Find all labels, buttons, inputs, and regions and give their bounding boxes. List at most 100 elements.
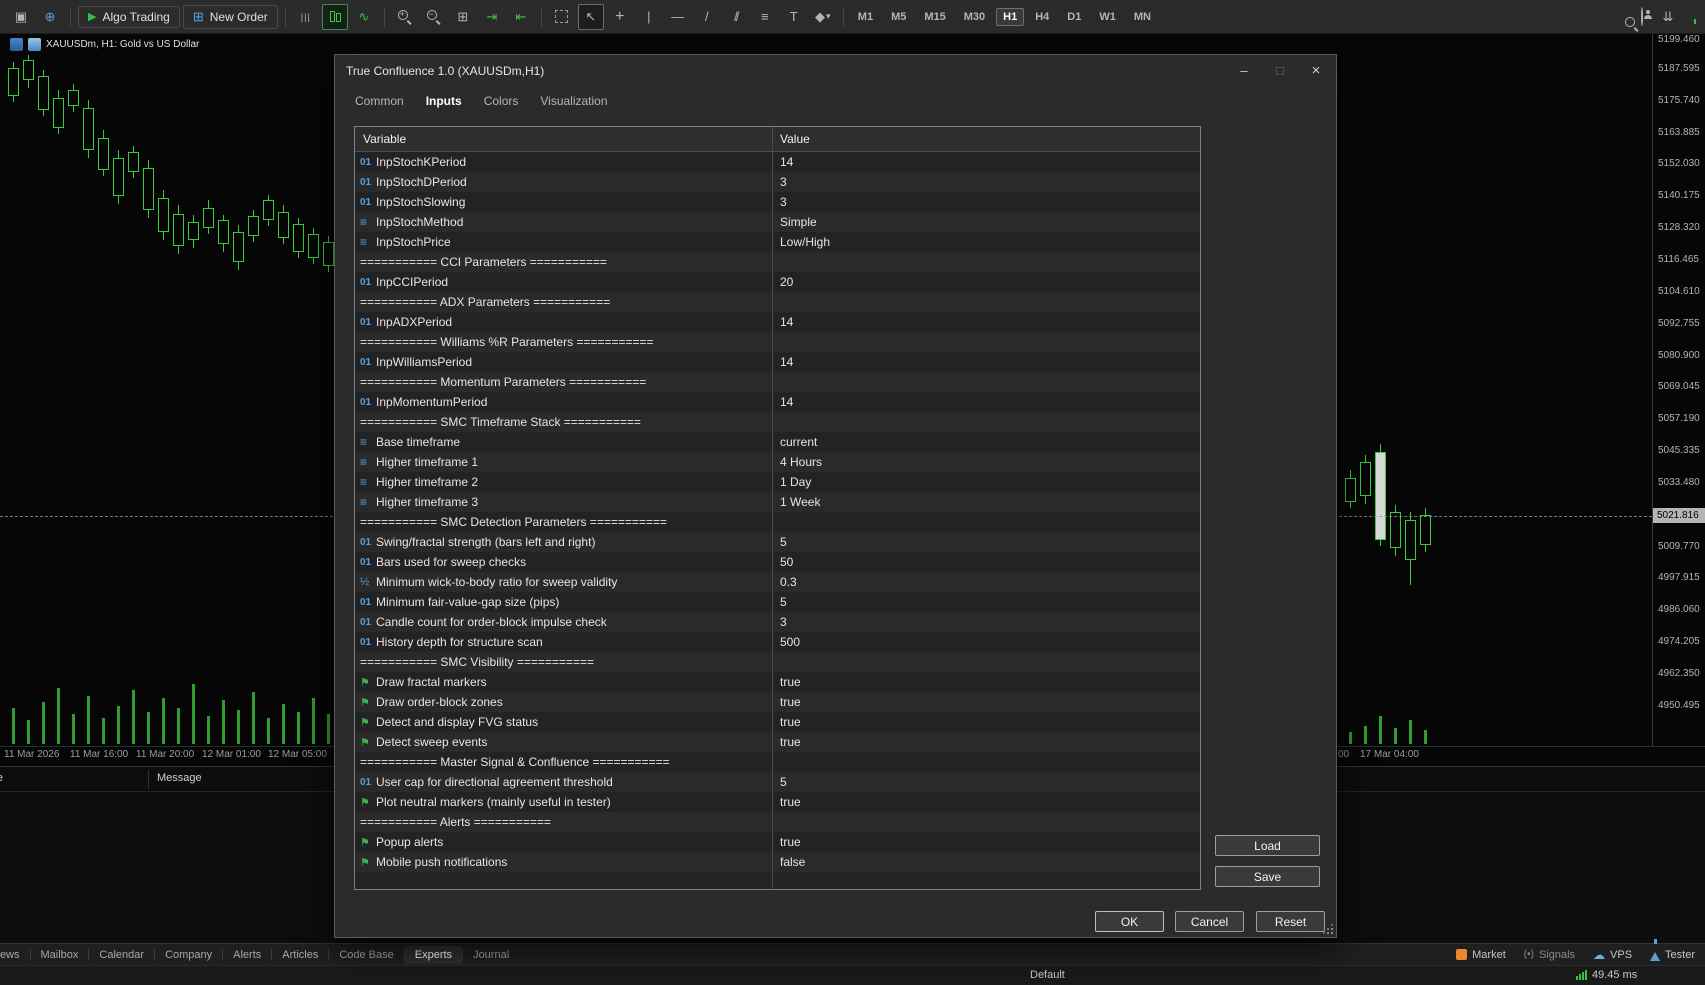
- grid-icon[interactable]: ⊞: [450, 4, 476, 30]
- horizontal-line-tool-icon[interactable]: —: [665, 4, 691, 30]
- param-row[interactable]: ⚑ Detect and display FVG status true: [355, 712, 1200, 732]
- param-row[interactable]: 01 InpStochSlowing 3: [355, 192, 1200, 212]
- param-row[interactable]: ⚑ Popup alerts true: [355, 832, 1200, 852]
- select-rectangle-icon[interactable]: [549, 4, 575, 30]
- param-row[interactable]: ≡ InpStochPrice Low/High: [355, 232, 1200, 252]
- text-tool-icon[interactable]: T: [781, 4, 807, 30]
- param-row[interactable]: ≡ Higher timeframe 3 1 Week: [355, 492, 1200, 512]
- param-row[interactable]: 01 InpCCIPeriod 20: [355, 272, 1200, 292]
- param-row[interactable]: 01 Minimum fair-value-gap size (pips) 5: [355, 592, 1200, 612]
- param-value[interactable]: true: [772, 835, 1200, 849]
- param-separator-row[interactable]: =========== Momentum Parameters ========…: [355, 372, 1200, 392]
- tester-button[interactable]: Tester: [1650, 938, 1695, 961]
- bottom-tab-journal[interactable]: Journal: [463, 946, 519, 964]
- param-value[interactable]: 0.3: [772, 575, 1200, 589]
- timeframe-d1[interactable]: D1: [1060, 8, 1088, 26]
- param-row[interactable]: 01 InpMomentumPeriod 14: [355, 392, 1200, 412]
- param-row[interactable]: ⚑ Draw order-block zones true: [355, 692, 1200, 712]
- parameters-table[interactable]: Variable Value 01 InpStochKPeriod 14 01 InpS…: [354, 126, 1201, 890]
- param-row[interactable]: 01 History depth for structure scan 500: [355, 632, 1200, 652]
- timeframe-mn[interactable]: MN: [1127, 8, 1158, 26]
- param-value[interactable]: 3: [772, 615, 1200, 629]
- timeframe-h4[interactable]: H4: [1028, 8, 1056, 26]
- param-value[interactable]: 50: [772, 555, 1200, 569]
- param-value[interactable]: 5: [772, 595, 1200, 609]
- timeframe-w1[interactable]: W1: [1092, 8, 1123, 26]
- param-value[interactable]: true: [772, 715, 1200, 729]
- param-row[interactable]: 01 Swing/fractal strength (bars left and …: [355, 532, 1200, 552]
- chart-shift-icon[interactable]: ⇤: [508, 4, 534, 30]
- price-scale[interactable]: 5199.460 5187.595 5175.740 5163.885 5152.030…: [1656, 34, 1705, 746]
- param-row[interactable]: ≡ InpStochMethod Simple: [355, 212, 1200, 232]
- param-separator-row[interactable]: =========== SMC Detection Parameters ===…: [355, 512, 1200, 532]
- timeframe-h1[interactable]: H1: [996, 7, 1025, 26]
- save-button[interactable]: Save: [1215, 866, 1320, 887]
- vps-button[interactable]: ☁ VPS: [1593, 948, 1632, 962]
- param-separator-row[interactable]: =========== CCI Parameters ===========: [355, 252, 1200, 272]
- param-separator-row[interactable]: =========== Williams %R Parameters =====…: [355, 332, 1200, 352]
- param-row[interactable]: 01 Bars used for sweep checks 50: [355, 552, 1200, 572]
- profile-selector[interactable]: Default: [1030, 969, 1065, 981]
- param-value[interactable]: 5: [772, 535, 1200, 549]
- load-button[interactable]: Load: [1215, 835, 1320, 856]
- param-value[interactable]: 500: [772, 635, 1200, 649]
- timeframe-m15[interactable]: M15: [917, 8, 952, 26]
- new-chart-icon[interactable]: ▣: [8, 4, 34, 30]
- param-row[interactable]: 01 InpADXPeriod 14: [355, 312, 1200, 332]
- param-separator-row[interactable]: =========== SMC Visibility ===========: [355, 652, 1200, 672]
- timeframe-m1[interactable]: M1: [851, 8, 880, 26]
- resize-grip[interactable]: [1323, 924, 1334, 935]
- connection-latency[interactable]: 49.45 ms: [1576, 969, 1637, 981]
- user-profile-icon[interactable]: [1641, 6, 1643, 26]
- param-row[interactable]: ≡ Higher timeframe 1 4 Hours: [355, 452, 1200, 472]
- zoom-out-icon[interactable]: −: [421, 4, 447, 30]
- toolbox-column-message[interactable]: Message: [157, 772, 202, 784]
- ok-button[interactable]: OK: [1095, 911, 1164, 932]
- param-row[interactable]: 01 InpStochDPeriod 3: [355, 172, 1200, 192]
- close-icon[interactable]: ×: [1302, 60, 1330, 80]
- cancel-button[interactable]: Cancel: [1175, 911, 1244, 932]
- channel-tool-icon[interactable]: //: [723, 4, 749, 30]
- dialog-title-bar[interactable]: True Confluence 1.0 (XAUUSDm,H1): [335, 55, 1336, 87]
- column-header-value[interactable]: Value: [772, 132, 810, 146]
- param-row[interactable]: ⚑ Plot neutral markers (mainly useful in …: [355, 792, 1200, 812]
- param-row[interactable]: ⚑ Mobile push notifications false: [355, 852, 1200, 872]
- param-value[interactable]: true: [772, 795, 1200, 809]
- param-value[interactable]: 5: [772, 775, 1200, 789]
- expert-properties-dialog[interactable]: True Confluence 1.0 (XAUUSDm,H1) – □ × C…: [334, 54, 1337, 938]
- param-row[interactable]: ≡ Higher timeframe 2 1 Day: [355, 472, 1200, 492]
- param-row[interactable]: ½ Minimum wick-to-body ratio for sweep va…: [355, 572, 1200, 592]
- param-value[interactable]: true: [772, 675, 1200, 689]
- param-value[interactable]: 14: [772, 355, 1200, 369]
- param-separator-row[interactable]: =========== ADX Parameters ===========: [355, 292, 1200, 312]
- param-value[interactable]: Low/High: [772, 235, 1200, 249]
- crosshair-tool-icon[interactable]: +: [607, 4, 633, 30]
- line-chart-icon[interactable]: ∿: [351, 4, 377, 30]
- fibonacci-tool-icon[interactable]: ≡: [752, 4, 778, 30]
- maximize-icon[interactable]: □: [1266, 60, 1294, 80]
- column-divider[interactable]: [772, 127, 773, 889]
- reset-button[interactable]: Reset: [1256, 911, 1325, 932]
- param-separator-row[interactable]: =========== Alerts ===========: [355, 812, 1200, 832]
- param-value[interactable]: 20: [772, 275, 1200, 289]
- timeframe-m5[interactable]: M5: [884, 8, 913, 26]
- profiles-icon[interactable]: ⊕: [37, 4, 63, 30]
- param-value[interactable]: true: [772, 735, 1200, 749]
- bottom-tab-alerts[interactable]: Alerts: [223, 946, 271, 964]
- toolbox-column-time[interactable]: Time: [0, 772, 3, 784]
- param-value[interactable]: 1 Week: [772, 495, 1200, 509]
- param-row[interactable]: 01 Candle count for order-block impulse c…: [355, 612, 1200, 632]
- bottom-tab-news[interactable]: News: [0, 946, 30, 964]
- param-value[interactable]: 1 Day: [772, 475, 1200, 489]
- algo-trading-button[interactable]: ▶ Algo Trading: [78, 5, 180, 28]
- new-order-button[interactable]: ⊞ New Order: [182, 4, 278, 29]
- candlestick-chart-icon[interactable]: [321, 3, 348, 30]
- dialog-tab-visualization[interactable]: Visualization: [532, 92, 615, 110]
- param-row[interactable]: ⚑ Detect sweep events true: [355, 732, 1200, 752]
- minimize-icon[interactable]: –: [1230, 60, 1258, 80]
- zoom-in-icon[interactable]: +: [392, 4, 418, 30]
- param-value[interactable]: 14: [772, 395, 1200, 409]
- param-value[interactable]: false: [772, 855, 1200, 869]
- auto-scroll-icon[interactable]: ⇥: [479, 4, 505, 30]
- vertical-line-tool-icon[interactable]: |: [636, 4, 662, 30]
